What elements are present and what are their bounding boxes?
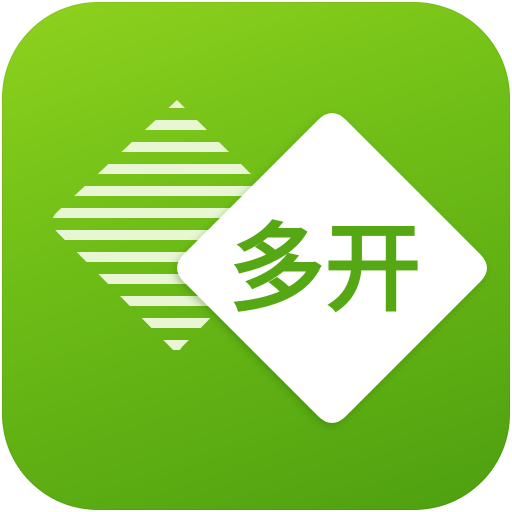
diamond-logo-icon: 多开 [52, 100, 487, 423]
logo-text: 多开 [229, 213, 421, 325]
app-icon[interactable]: 多开 [2, 2, 510, 510]
